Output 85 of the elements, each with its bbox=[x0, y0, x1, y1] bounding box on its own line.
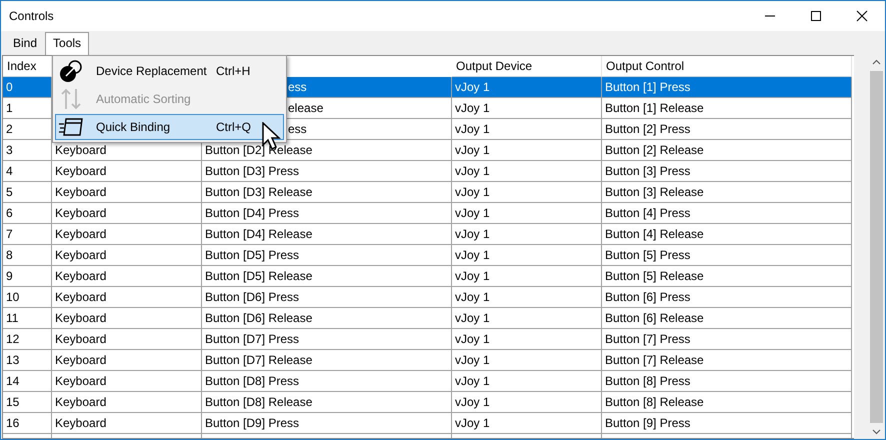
table-cell: Button [4] Press bbox=[602, 203, 852, 224]
table-cell: Button [6] Release bbox=[602, 308, 852, 329]
table-cell: Button [D8] Press bbox=[202, 371, 452, 392]
table-cell: 10 bbox=[3, 287, 52, 308]
table-cell: Button [D8] Release bbox=[202, 392, 452, 413]
table-cell: Button [7] Press bbox=[602, 329, 852, 350]
table-cell: Button [D7] Press bbox=[202, 329, 452, 350]
table-cell: Button [8] Press bbox=[602, 371, 852, 392]
table-cell: 8 bbox=[3, 245, 52, 266]
table-cell: 14 bbox=[3, 371, 52, 392]
table-cell: Button [D6] Release bbox=[202, 308, 452, 329]
table-cell: vJoy 1 bbox=[452, 77, 602, 98]
table-cell: Keyboard bbox=[52, 392, 202, 413]
table-cell: Button [D2] Release bbox=[202, 140, 452, 161]
table-cell: Button [D4] Press bbox=[202, 203, 452, 224]
table-cell: vJoy 1 bbox=[452, 392, 602, 413]
table-cell: Button [6] Press bbox=[602, 287, 852, 308]
table-cell: vJoy 1 bbox=[452, 413, 602, 434]
table-cell: Button [9] Press bbox=[602, 413, 852, 434]
table-cell: Button [D7] Release bbox=[202, 350, 452, 371]
table-cell: Keyboard bbox=[52, 350, 202, 371]
table-cell: 11 bbox=[3, 308, 52, 329]
device-icon bbox=[59, 59, 83, 83]
table-cell: Button [D9] Press bbox=[202, 413, 452, 434]
table-cell: Button [D5] Release bbox=[202, 266, 452, 287]
table-cell: vJoy 1 bbox=[452, 245, 602, 266]
table-cell: 4 bbox=[3, 161, 52, 182]
table-cell: Keyboard bbox=[52, 224, 202, 245]
table-cell: Button [5] Press bbox=[602, 245, 852, 266]
table-cell: 3 bbox=[3, 140, 52, 161]
table-cell: 5 bbox=[3, 182, 52, 203]
card-icon bbox=[58, 117, 84, 137]
table-cell: Keyboard bbox=[52, 308, 202, 329]
table-cell: vJoy 1 bbox=[452, 140, 602, 161]
table-cell: Button [1] Release bbox=[602, 98, 852, 119]
table-cell: vJoy 1 bbox=[452, 287, 602, 308]
table-cell: Button [5] Release bbox=[602, 266, 852, 287]
table-cell: vJoy 1 bbox=[452, 182, 602, 203]
table-cell: Keyboard bbox=[52, 287, 202, 308]
table-cell: Button [D3] Press bbox=[202, 161, 452, 182]
table-cell: vJoy 1 bbox=[452, 98, 602, 119]
table-cell: vJoy 1 bbox=[452, 350, 602, 371]
menu-item[interactable]: Tools bbox=[45, 32, 90, 55]
table-cell: vJoy 1 bbox=[452, 224, 602, 245]
table-cell: 0 bbox=[3, 77, 52, 98]
table-cell: Button [D5] Press bbox=[202, 245, 452, 266]
table-cell: 1 bbox=[3, 98, 52, 119]
table-cell: Keyboard bbox=[52, 413, 202, 434]
table-cell: Button [2] Press bbox=[602, 119, 852, 140]
table-cell: vJoy 1 bbox=[452, 329, 602, 350]
table-cell: 16 bbox=[3, 413, 52, 434]
table-cell: Keyboard bbox=[52, 329, 202, 350]
table-cell: 15 bbox=[3, 392, 52, 413]
table-cell: Keyboard bbox=[52, 161, 202, 182]
window-title: Controls bbox=[9, 9, 55, 23]
table-cell: vJoy 1 bbox=[452, 203, 602, 224]
table-cell: 7 bbox=[3, 224, 52, 245]
table-cell: vJoy 1 bbox=[452, 308, 602, 329]
table-cell: 12 bbox=[3, 329, 52, 350]
menu-item[interactable]: Bind bbox=[5, 32, 46, 55]
table-cell: Button [D4] Release bbox=[202, 224, 452, 245]
table-cell: vJoy 1 bbox=[452, 371, 602, 392]
table-cell: Keyboard bbox=[52, 203, 202, 224]
table-cell: 2 bbox=[3, 119, 52, 140]
table-cell: Button [2] Release bbox=[602, 140, 852, 161]
table-cell: Keyboard bbox=[52, 182, 202, 203]
table-cell: 6 bbox=[3, 203, 52, 224]
table-cell: Keyboard bbox=[52, 266, 202, 287]
table-cell: 13 bbox=[3, 350, 52, 371]
table-cell: Button [7] Release bbox=[602, 350, 852, 371]
table-cell: Button [3] Press bbox=[602, 161, 852, 182]
table-cell: Button [8] Release bbox=[602, 392, 852, 413]
table-cell: vJoy 1 bbox=[452, 119, 602, 140]
table-cell: Button [D6] Press bbox=[202, 287, 452, 308]
table-cell: vJoy 1 bbox=[452, 266, 602, 287]
table-cell: Button [1] Press bbox=[602, 77, 852, 98]
table-cell: 9 bbox=[3, 266, 52, 287]
table-cell: Button [4] Release bbox=[602, 224, 852, 245]
table-cell: Keyboard bbox=[52, 245, 202, 266]
table-cell: Button [3] Release bbox=[602, 182, 852, 203]
menu-entry[interactable]: Quick Binding Ctrl+Q bbox=[55, 114, 284, 140]
table-cell: vJoy 1 bbox=[452, 161, 602, 182]
table-cell: Keyboard bbox=[52, 371, 202, 392]
table-cell: Button [D3] Release bbox=[202, 182, 452, 203]
sort-icon bbox=[59, 87, 83, 111]
